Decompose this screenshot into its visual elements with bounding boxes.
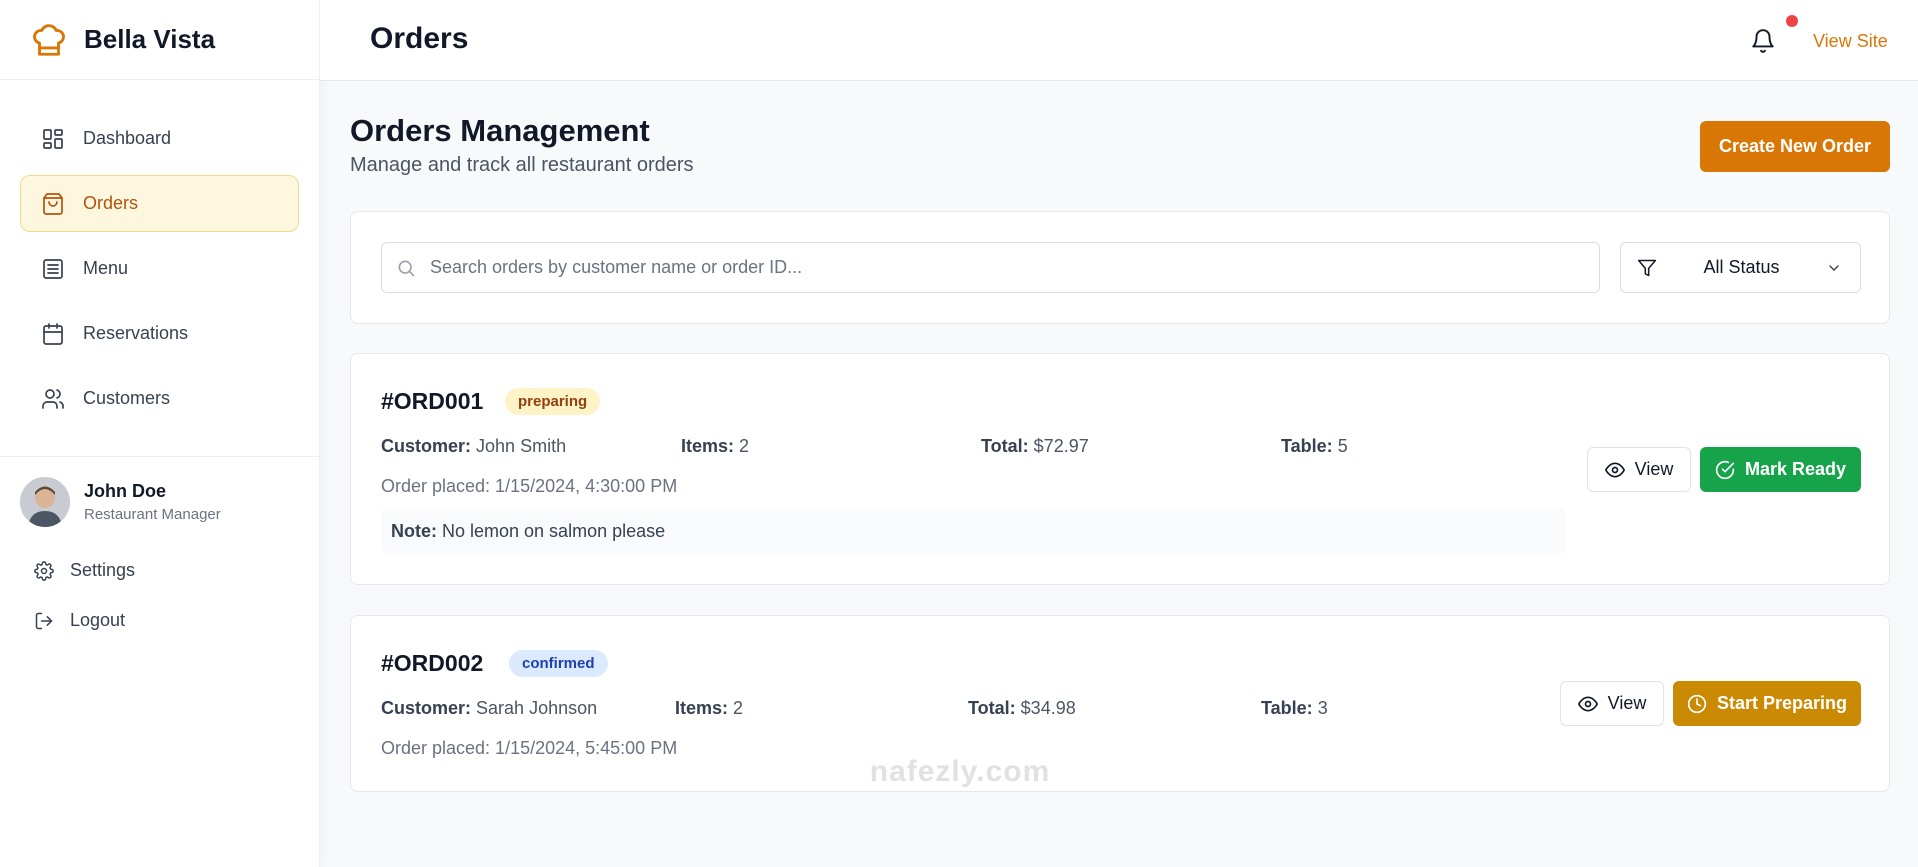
sidebar-item-orders[interactable]: Orders [20, 175, 299, 232]
sidebar-item-dashboard[interactable]: Dashboard [20, 110, 299, 167]
mark-ready-button[interactable]: Mark Ready [1700, 447, 1861, 492]
search-input[interactable] [430, 257, 1580, 278]
chef-hat-icon [33, 23, 65, 56]
sidebar-item-customers[interactable]: Customers [20, 370, 299, 427]
order-customer: Customer: John Smith [381, 436, 567, 456]
status-filter-value: All Status [1703, 257, 1780, 277]
watermark: nafezly.com [850, 755, 1070, 789]
avatar [20, 477, 70, 527]
top-bar: Orders View Site [320, 0, 1918, 81]
order-table: Table: 5 [1281, 436, 1348, 456]
logout-link[interactable]: Logout [34, 610, 125, 631]
users-icon [42, 388, 64, 409]
user-profile[interactable]: John Doe Restaurant Manager [20, 477, 221, 527]
sidebar: Bella Vista Dashboard Orders Menu Reserv… [0, 0, 320, 867]
settings-link[interactable]: Settings [34, 560, 135, 581]
section-title: Orders Management [350, 113, 650, 148]
menu-list-icon [43, 258, 63, 279]
view-order-button[interactable]: View [1587, 447, 1691, 492]
order-placed: Order placed: 1/15/2024, 5:45:00 PM [381, 738, 678, 758]
page-title: Orders [370, 22, 469, 55]
sidebar-item-label: Menu [83, 258, 129, 278]
logout-icon [35, 612, 53, 629]
filter-icon [1637, 259, 1657, 276]
sidebar-item-label: Customers [83, 388, 171, 408]
gear-icon [34, 560, 54, 581]
profile-role: Restaurant Manager [84, 506, 221, 523]
order-card: #ORD001 preparing Customer: John Smith I… [350, 353, 1890, 585]
brand[interactable]: Bella Vista [0, 0, 319, 80]
order-customer: Customer: Sarah Johnson [381, 698, 598, 718]
calendar-icon [43, 322, 63, 345]
bell-icon[interactable] [1750, 28, 1776, 54]
status-filter-select[interactable]: All Status [1620, 242, 1861, 293]
clock-icon [1687, 694, 1707, 713]
shopping-bag-icon [43, 192, 63, 215]
notification-dot [1786, 15, 1798, 27]
sidebar-item-menu[interactable]: Menu [20, 240, 299, 297]
sidebar-item-reservations[interactable]: Reservations [20, 305, 299, 362]
chevron-down-icon [1829, 264, 1839, 271]
order-total: Total: $34.98 [968, 698, 1076, 718]
brand-name: Bella Vista [84, 24, 216, 54]
sidebar-divider [0, 456, 320, 457]
order-items: Items: 2 [681, 436, 750, 456]
eye-icon [1577, 696, 1598, 711]
status-badge: confirmed [509, 650, 608, 677]
order-placed: Order placed: 1/15/2024, 4:30:00 PM [381, 476, 678, 496]
sidebar-item-label: Orders [83, 193, 139, 213]
sidebar-nav: Dashboard Orders Menu Reservations Custo… [0, 80, 319, 427]
create-order-button[interactable]: Create New Order [1700, 121, 1890, 172]
settings-label: Settings [70, 560, 136, 580]
start-preparing-button[interactable]: Start Preparing [1673, 681, 1861, 726]
filter-card: All Status [350, 211, 1890, 324]
order-id: #ORD002 [381, 650, 484, 676]
view-site-link[interactable]: View Site [1813, 31, 1888, 52]
order-table: Table: 3 [1261, 698, 1328, 718]
section-subtitle: Manage and track all restaurant orders [350, 154, 694, 176]
status-badge: preparing [505, 388, 601, 415]
sidebar-item-label: Dashboard [83, 128, 172, 148]
order-card: #ORD002 confirmed Customer: Sarah Johnso… [350, 615, 1890, 792]
sidebar-item-label: Reservations [83, 323, 189, 343]
search-box[interactable] [381, 242, 1600, 293]
order-id: #ORD001 [381, 388, 484, 414]
dashboard-icon [43, 128, 63, 149]
order-note: Note: No lemon on salmon please [381, 509, 1566, 553]
search-icon [398, 260, 415, 276]
order-items: Items: 2 [675, 698, 744, 718]
profile-name: John Doe [84, 481, 167, 501]
watermark-text: nafezly.com [869, 755, 1051, 788]
logout-label: Logout [70, 610, 126, 630]
check-circle-icon [1715, 460, 1735, 479]
view-order-button[interactable]: View [1560, 681, 1664, 726]
order-total: Total: $72.97 [981, 436, 1089, 456]
eye-icon [1604, 462, 1625, 477]
